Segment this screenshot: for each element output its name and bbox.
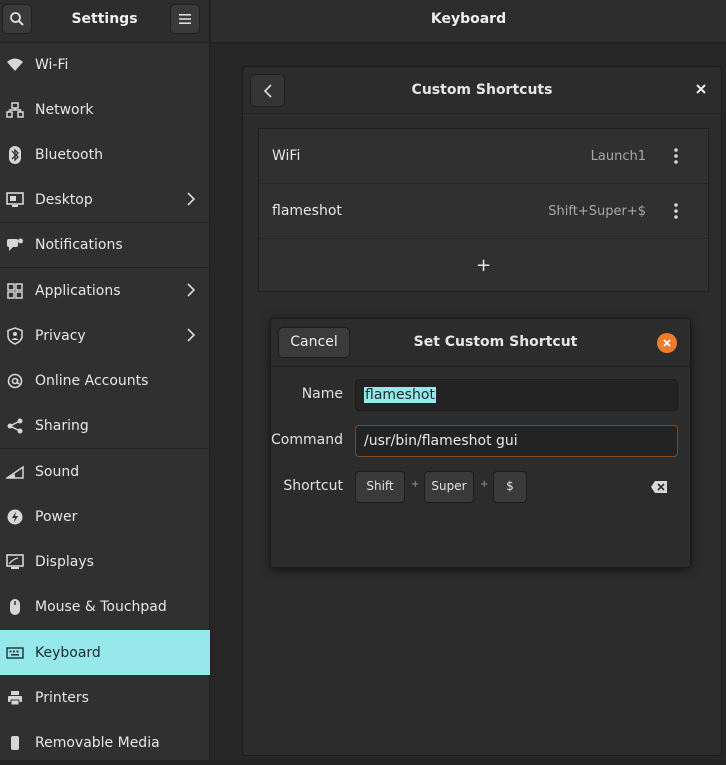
network-icon [6, 101, 24, 119]
dialog-title: Custom Shortcuts [411, 82, 553, 98]
wifi-icon [6, 56, 24, 74]
more-vertical-icon[interactable] [671, 202, 681, 220]
shortcut-key-dollar: $ [493, 471, 527, 503]
dialog-title: Set Custom Shortcut [413, 334, 578, 350]
shortcut-key-shift: Shift [355, 471, 405, 503]
sharing-icon [6, 417, 24, 435]
hamburger-icon [179, 14, 191, 24]
sidebar: Settings Wi-Fi Network Bluetooth Desktop [0, 0, 210, 760]
shortcut-accel: Launch1 [590, 149, 646, 164]
sidebar-item-label: Desktop [35, 191, 93, 208]
sidebar-item-label: Power [35, 508, 78, 525]
bluetooth-icon [6, 145, 24, 164]
shortcut-row[interactable]: WiFi Launch1 [259, 129, 708, 184]
removable-media-icon [6, 734, 24, 752]
sidebar-item-label: Sharing [35, 417, 89, 434]
plus-icon: + [475, 255, 492, 276]
chevron-right-icon [186, 327, 196, 343]
displays-icon [6, 553, 24, 571]
sidebar-item-sharing[interactable]: Sharing [0, 403, 210, 448]
sidebar-item-power[interactable]: Power [0, 494, 210, 539]
name-field[interactable]: flameshot [355, 379, 678, 411]
search-button[interactable] [2, 4, 32, 34]
sidebar-header: Settings [0, 0, 209, 43]
name-label: Name [301, 386, 343, 402]
custom-shortcuts-header: Custom Shortcuts [243, 67, 721, 114]
command-value: /usr/bin/flameshot gui [364, 433, 518, 449]
sidebar-item-label: Privacy [35, 327, 86, 344]
more-vertical-icon[interactable] [671, 147, 681, 165]
key-separator: + [480, 479, 489, 490]
applications-icon [6, 282, 24, 300]
sidebar-item-keyboard[interactable]: Keyboard [0, 630, 210, 675]
sidebar-item-label: Notifications [35, 236, 123, 253]
sidebar-item-label: Online Accounts [35, 372, 149, 389]
desktop-icon [6, 191, 24, 209]
sidebar-item-label: Removable Media [35, 734, 160, 751]
power-icon [6, 508, 24, 526]
sound-icon [6, 463, 24, 481]
sidebar-item-label: Sound [35, 463, 80, 480]
online-accounts-icon [6, 372, 24, 390]
search-icon [9, 11, 25, 27]
command-label: Command [271, 432, 343, 448]
sidebar-item-network[interactable]: Network [0, 87, 210, 132]
mouse-icon [6, 598, 24, 616]
command-field[interactable]: /usr/bin/flameshot gui [355, 425, 678, 457]
sidebar-item-label: Wi-Fi [35, 56, 69, 73]
sidebar-item-online-accounts[interactable]: Online Accounts [0, 358, 210, 403]
sidebar-title: Settings [71, 11, 138, 27]
chevron-right-icon [186, 191, 196, 207]
shortcut-row[interactable]: flameshot Shift+Super+$ [259, 184, 708, 239]
shortcut-name: flameshot [272, 203, 342, 219]
keyboard-icon [6, 644, 24, 662]
key-separator: + [411, 479, 420, 490]
shortcut-label: Shortcut [283, 478, 343, 494]
backspace-icon[interactable] [650, 480, 668, 494]
notifications-icon [6, 236, 24, 254]
sidebar-item-notifications[interactable]: Notifications [0, 222, 210, 267]
sidebar-item-bluetooth[interactable]: Bluetooth [0, 132, 210, 177]
chevron-left-icon [263, 83, 273, 99]
sidebar-item-displays[interactable]: Displays [0, 539, 210, 584]
sidebar-item-label: Mouse & Touchpad [35, 598, 167, 615]
shortcut-accel: Shift+Super+$ [548, 204, 646, 219]
name-value: flameshot [364, 387, 436, 403]
sidebar-item-privacy[interactable]: Privacy [0, 313, 210, 358]
back-button[interactable] [250, 74, 285, 107]
main-menu-button[interactable] [170, 4, 200, 34]
sidebar-item-label: Keyboard [35, 644, 101, 661]
sidebar-item-removable-media[interactable]: Removable Media [0, 720, 210, 765]
set-shortcut-header: Cancel Set Custom Shortcut [271, 319, 690, 367]
privacy-icon [6, 326, 24, 345]
header-bar: Keyboard [211, 0, 726, 43]
sidebar-item-label: Bluetooth [35, 146, 103, 163]
sidebar-item-wifi[interactable]: Wi-Fi [0, 42, 210, 87]
set-custom-shortcut-dialog: Cancel Set Custom Shortcut Name flamesho… [270, 318, 691, 568]
sidebar-item-sound[interactable]: Sound [0, 449, 210, 494]
add-shortcut-button[interactable]: + [259, 239, 708, 292]
shortcut-list: WiFi Launch1 flameshot Shift+Super+$ + [258, 128, 709, 292]
sidebar-item-label: Displays [35, 553, 94, 570]
shortcut-name: WiFi [272, 148, 301, 164]
sidebar-item-label: Network [35, 101, 94, 118]
sidebar-item-mouse-touchpad[interactable]: Mouse & Touchpad [0, 584, 210, 629]
printer-icon [6, 689, 24, 707]
close-button[interactable] [657, 333, 677, 353]
close-icon[interactable] [695, 83, 707, 95]
shortcut-key-super: Super [424, 471, 474, 503]
sidebar-item-label: Applications [35, 282, 121, 299]
chevron-right-icon [186, 282, 196, 298]
sidebar-item-applications[interactable]: Applications [0, 268, 210, 313]
close-icon [662, 338, 672, 348]
sidebar-item-desktop[interactable]: Desktop [0, 177, 210, 222]
sidebar-item-label: Printers [35, 689, 89, 706]
page-title: Keyboard [430, 11, 507, 27]
cancel-button[interactable]: Cancel [278, 327, 350, 358]
sidebar-item-printers[interactable]: Printers [0, 675, 210, 720]
